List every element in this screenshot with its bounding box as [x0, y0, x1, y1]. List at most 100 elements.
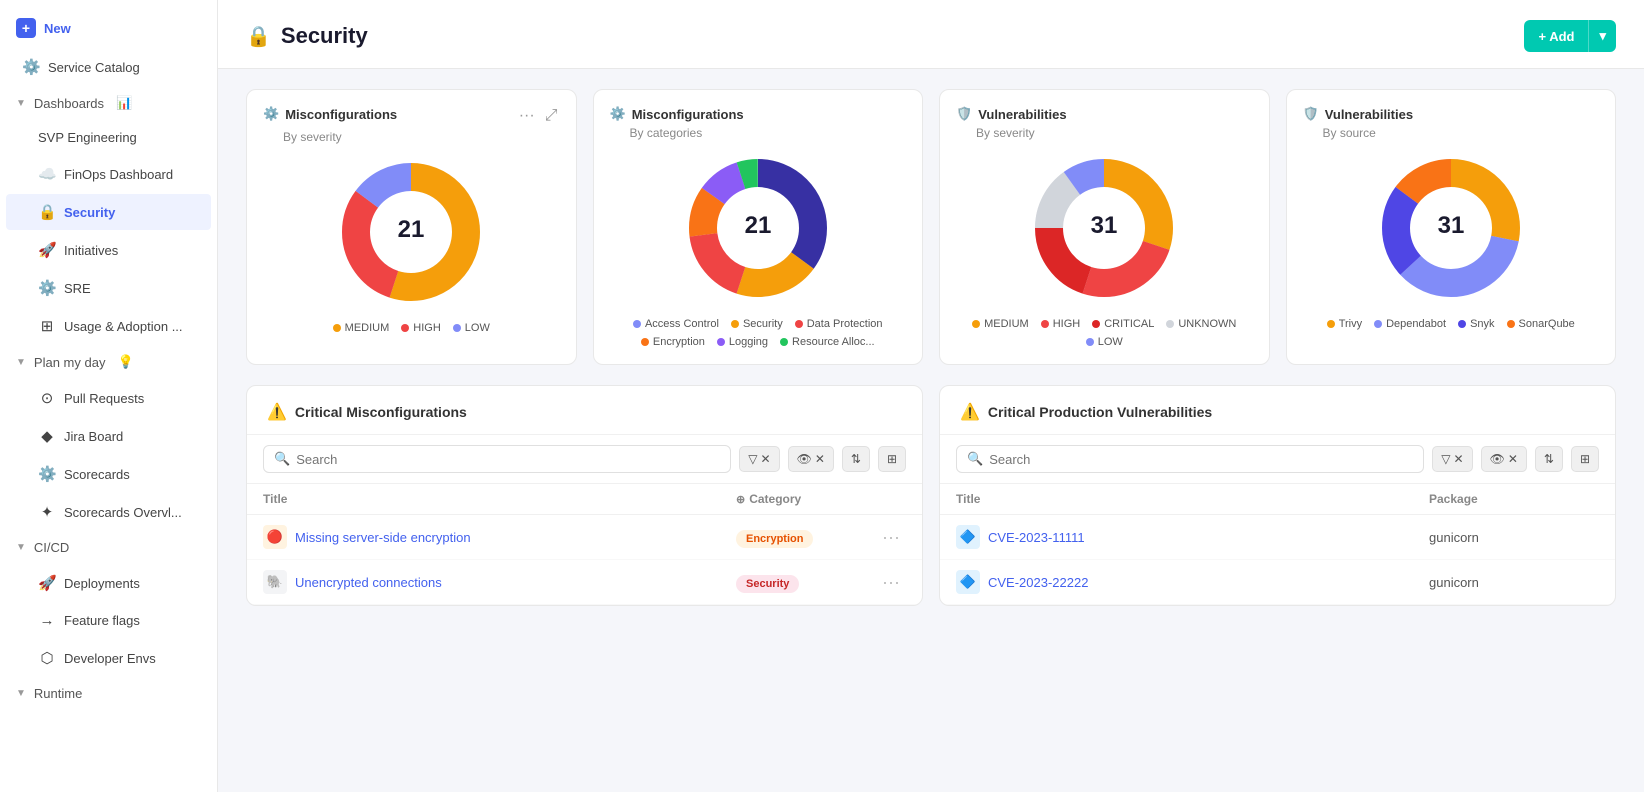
cve-link-1[interactable]: CVE-2023-11111 — [988, 530, 1085, 545]
table-card-misconfigs: ⚠️ Critical Misconfigurations 🔍 ▽ ✕ 👁 ✕ — [246, 385, 923, 606]
col-category-misconfigs: ⊕ Category — [736, 492, 876, 506]
sidebar-item-new[interactable]: + New — [0, 8, 217, 48]
sidebar-section-runtime[interactable]: ▼ Runtime — [0, 677, 217, 710]
env-icon: ⬡ — [38, 649, 56, 667]
sidebar-item-usage-adoption[interactable]: ⊞ Usage & Adoption ... — [6, 308, 211, 344]
columns-button-vulns[interactable]: ⊞ — [1571, 446, 1599, 472]
chevron-icon-runtime: ▼ — [16, 688, 26, 699]
page-header: 🔒 Security + Add ▾ — [218, 0, 1644, 69]
chart-header: ⚙️ Misconfigurations ··· ⤢ — [263, 106, 560, 126]
jira-label: Jira Board — [64, 429, 123, 444]
legend-data-protection: Data Protection — [795, 318, 883, 330]
content-area: ⚙️ Misconfigurations ··· ⤢ By severity — [218, 69, 1644, 626]
search-input-vulns[interactable] — [989, 452, 1413, 467]
sidebar-item-service-catalog[interactable]: ⚙️ Service Catalog — [6, 49, 211, 85]
sort-button-vulns[interactable]: ⇅ — [1535, 446, 1563, 472]
chart-legend-2: Access Control Security Data Protection — [610, 318, 907, 348]
sidebar-item-scorecards-overview[interactable]: ✦ Scorecards Overvl... — [6, 494, 211, 530]
table-card-vulnerabilities: ⚠️ Critical Production Vulnerabilities 🔍… — [939, 385, 1616, 606]
col-title-misconfigs: Title — [263, 492, 736, 506]
table-toolbar-misconfigs: 🔍 ▽ ✕ 👁 ✕ ⇅ ⊞ — [247, 435, 922, 484]
row-link-1[interactable]: Missing server-side encryption — [295, 530, 471, 545]
legend-access: Access Control — [633, 318, 719, 330]
legend-medium: MEDIUM — [333, 322, 390, 334]
sidebar-item-jira-board[interactable]: ◆ Jira Board — [6, 418, 211, 454]
chart-subtitle-3: By severity — [976, 126, 1253, 140]
chart-title-2: ⚙️ Misconfigurations — [610, 106, 744, 122]
chart-subtitle-4: By source — [1323, 126, 1600, 140]
chart-expand-button[interactable]: ⤢ — [543, 106, 560, 126]
chart-legend-4: Trivy Dependabot Snyk SonarQube — [1327, 318, 1575, 330]
sidebar-item-sre[interactable]: ⚙️ SRE — [6, 270, 211, 306]
bar-chart-icon: 📊 — [116, 95, 132, 111]
row-badge-2: Security — [736, 575, 876, 590]
security-label: Security — [64, 205, 115, 220]
vuln-package-2: gunicorn — [1429, 575, 1569, 590]
lightbulb-icon: 💡 — [117, 354, 133, 370]
legend-high: HIGH — [401, 322, 441, 334]
sidebar-item-security[interactable]: 🔒 Security — [6, 194, 211, 230]
chart-title-4: 🛡️ Vulnerabilities — [1303, 106, 1414, 122]
search-icon: 🔍 — [274, 451, 290, 467]
donut-chart-4: 31 — [1371, 148, 1531, 308]
eye-slash-icon: 👁 — [797, 452, 812, 466]
cve-link-2[interactable]: CVE-2023-22222 — [988, 575, 1088, 590]
donut-chart-2: 21 — [678, 148, 838, 308]
sidebar-section-cicd[interactable]: ▼ CI/CD — [0, 531, 217, 564]
hide-button-vulns[interactable]: 👁 ✕ — [1481, 446, 1527, 472]
row-link-2[interactable]: Unencrypted connections — [295, 575, 442, 590]
table-columns-misconfigs: Title ⊕ Category — [247, 484, 922, 515]
row-more-2[interactable]: ··· — [876, 572, 906, 593]
sidebar-item-svp-engineering[interactable]: SVP Engineering — [6, 121, 211, 154]
chart-vuln-source: 🛡️ Vulnerabilities By source 31 — [1286, 89, 1617, 365]
sidebar-section-plan-my-day[interactable]: ▼ Plan my day 💡 — [0, 345, 217, 379]
filter-icon-2: ▽ — [1441, 452, 1450, 466]
chart-menu-button[interactable]: ··· — [517, 106, 537, 126]
pr-label: Pull Requests — [64, 391, 144, 406]
chart-header-4: 🛡️ Vulnerabilities — [1303, 106, 1600, 122]
search-box-misconfigs[interactable]: 🔍 — [263, 445, 731, 473]
warning-icon: ⚠️ — [267, 402, 287, 422]
add-button-dropdown[interactable]: ▾ — [1588, 20, 1616, 52]
filter-button-vulns[interactable]: ▽ ✕ — [1432, 446, 1472, 472]
table-header-vulns: ⚠️ Critical Production Vulnerabilities — [940, 386, 1615, 435]
sidebar-item-developer-envs[interactable]: ⬡ Developer Envs — [6, 640, 211, 676]
sidebar-item-finops[interactable]: ☁️ FinOps Dashboard — [6, 156, 211, 192]
sort-button-misconfigs[interactable]: ⇅ — [842, 446, 870, 472]
legend-low: LOW — [453, 322, 490, 334]
eye-slash-icon-2: 👁 — [1490, 452, 1505, 466]
search-input-misconfigs[interactable] — [296, 452, 720, 467]
sidebar-item-feature-flags[interactable]: → Feature flags — [6, 603, 211, 638]
vuln-package-1: gunicorn — [1429, 530, 1569, 545]
svg-text:21: 21 — [398, 216, 425, 243]
sidebar-section-dashboards[interactable]: ▼ Dashboards 📊 — [0, 86, 217, 120]
flag-icon: → — [38, 612, 56, 629]
columns-button-misconfigs[interactable]: ⊞ — [878, 446, 906, 472]
finops-label: FinOps Dashboard — [64, 167, 173, 182]
lock-icon: 🔒 — [38, 203, 56, 221]
donut-container: 21 MEDIUM HIGH LOW — [263, 152, 560, 334]
table-row: 🐘 Unencrypted connections Security ··· — [247, 560, 922, 605]
chevron-icon: ▼ — [16, 98, 26, 109]
chart-misc-categories: ⚙️ Misconfigurations By categories 21 — [593, 89, 924, 365]
row-title-1: 🔴 Missing server-side encryption — [263, 525, 736, 549]
hide-button-misconfigs[interactable]: 👁 ✕ — [788, 446, 834, 472]
new-label: New — [44, 21, 71, 36]
chart-misc-severity: ⚙️ Misconfigurations ··· ⤢ By severity — [246, 89, 577, 365]
filter-button-misconfigs[interactable]: ▽ ✕ — [739, 446, 779, 472]
sidebar-item-pull-requests[interactable]: ⊙ Pull Requests — [6, 380, 211, 416]
service-catalog-icon: ⚙️ — [22, 58, 40, 76]
row-more-1[interactable]: ··· — [876, 527, 906, 548]
table-title-misconfigs: Critical Misconfigurations — [295, 404, 467, 420]
page-title: 🔒 Security — [246, 23, 368, 49]
sidebar-item-deployments[interactable]: 🚀 Deployments — [6, 565, 211, 601]
chart-vuln-severity: 🛡️ Vulnerabilities By severity 31 — [939, 89, 1270, 365]
chevron-icon-plan: ▼ — [16, 357, 26, 368]
chevron-icon-cicd: ▼ — [16, 542, 26, 553]
shield-icon: 🛡️ — [956, 106, 972, 122]
category-icon: ⊕ — [736, 493, 745, 506]
sidebar-item-initiatives[interactable]: 🚀 Initiatives — [6, 232, 211, 268]
search-box-vulns[interactable]: 🔍 — [956, 445, 1424, 473]
sidebar-item-scorecards[interactable]: ⚙️ Scorecards — [6, 456, 211, 492]
add-button[interactable]: + Add ▾ — [1524, 20, 1616, 52]
